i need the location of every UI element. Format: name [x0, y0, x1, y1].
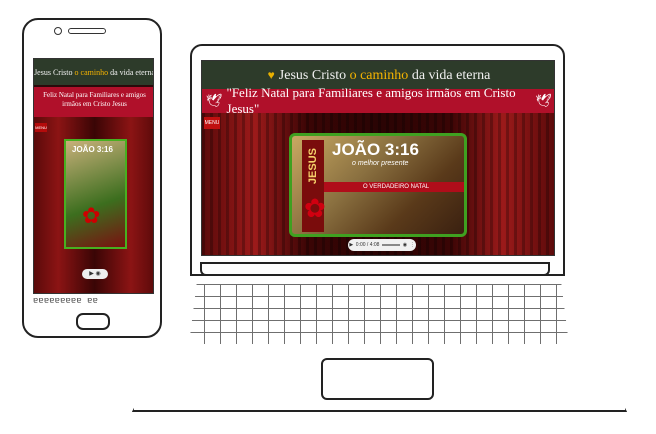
phone-keyboard-strip: ɐɐɐɐɐɐɐɐɐ ɐɐ [33, 296, 99, 306]
phone-camera-icon [54, 27, 62, 35]
laptop-trackpad [321, 358, 434, 400]
play-icon[interactable]: ▶ [349, 242, 353, 248]
more-icon[interactable]: ⋮ [410, 242, 415, 248]
menu-button[interactable]: MENU [204, 117, 220, 129]
heart-icon: ♥ [267, 67, 275, 82]
audio-player[interactable]: ▶ 0:00 / 4:08 ◉ ⋮ [348, 239, 416, 251]
phone-screen: Jesus Cristo o caminho da vida eterna Fe… [33, 58, 154, 294]
dove-icon: 🕊 [535, 93, 552, 108]
card-body-text [362, 208, 462, 228]
card-ribbon: O VERDADEIRO NATAL [324, 182, 464, 192]
audio-time: 0:00 / 4:08 [355, 242, 380, 248]
bow-icon: ✿ [304, 194, 326, 223]
site-title[interactable]: Jesus Cristo o caminho da vida eterna [279, 66, 491, 84]
laptop-hinge [200, 262, 550, 276]
phone-audio-player[interactable]: ▶ ◉ [82, 269, 108, 279]
phone-video-card[interactable]: JOÃO 3:16 ✿ [64, 139, 127, 249]
bow-icon: ✿ [82, 203, 101, 228]
phone-site-title[interactable]: Jesus Cristo o caminho da vida eterna [34, 68, 153, 77]
laptop-screen: ♥ Jesus Cristo o caminho da vida eterna … [201, 60, 555, 256]
video-card[interactable]: JESUS JOÃO 3:16 o melhor presente O VERD… [289, 133, 467, 237]
phone-card-title: JOÃO 3:16 [72, 145, 113, 154]
phone-site-header: Jesus Cristo o caminho da vida eterna [34, 59, 153, 85]
laptop-keyboard [189, 284, 569, 344]
phone-christmas-banner: Feliz Natal para Familiares e amigos irm… [34, 87, 153, 117]
christmas-banner: 🕊 "Feliz Natal para Familiares e amigos … [202, 85, 554, 116]
card-title: JOÃO 3:16 [332, 140, 419, 159]
phone-menu-button[interactable]: MENU [35, 123, 47, 132]
phone-speaker [68, 28, 106, 34]
card-subtitle: o melhor presente [352, 160, 409, 167]
dove-icon: 🕊 [206, 93, 223, 108]
audio-progress[interactable] [382, 244, 401, 246]
volume-icon[interactable]: ◉ [403, 242, 407, 248]
phone-home-button [76, 313, 110, 330]
